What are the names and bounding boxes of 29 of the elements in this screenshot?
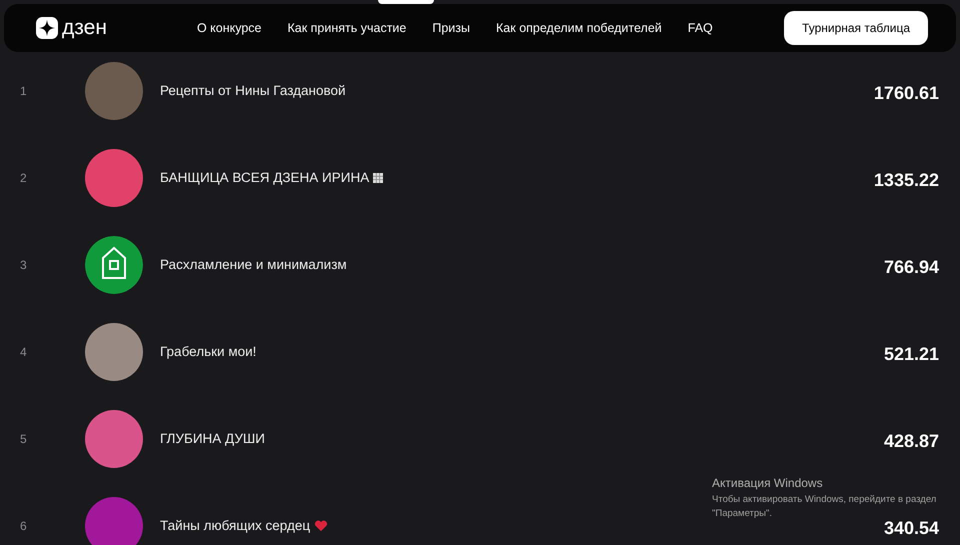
- rank-number: 1: [19, 84, 28, 98]
- star-logo-icon: [36, 17, 58, 39]
- score-value: 521.21: [884, 343, 939, 365]
- logo-link[interactable]: дзен: [36, 16, 107, 40]
- channel-name[interactable]: Расхламление и минимализм: [160, 257, 347, 272]
- score-value: 428.87: [884, 430, 939, 452]
- heart-icon: [314, 520, 328, 532]
- score-value: 1335.22: [874, 169, 939, 191]
- activation-title: Активация Windows: [712, 476, 824, 490]
- leaderboard-button[interactable]: Турнирная таблица: [784, 11, 928, 45]
- tab-indicator: [378, 0, 434, 4]
- rank-number: 4: [19, 344, 28, 358]
- nav-link[interactable]: Как определим победителей: [496, 21, 662, 35]
- channel-name[interactable]: Тайны любящих сердец: [160, 518, 310, 533]
- nav-link[interactable]: О конкурсе: [196, 21, 262, 35]
- rank-number: 3: [19, 258, 28, 272]
- rank-number: 2: [19, 170, 28, 184]
- channel-name[interactable]: БАНЩИЦА ВСЕЯ ДЗЕНА ИРИНА: [160, 170, 370, 185]
- nav-link[interactable]: FAQ: [688, 21, 713, 35]
- score-value: 766.94: [884, 256, 939, 278]
- rank-number: 6: [19, 518, 28, 532]
- nav-link[interactable]: Призы: [432, 21, 470, 35]
- channel-name[interactable]: Рецепты от Нины Газдановой: [160, 83, 346, 98]
- channel-name[interactable]: ГЛУБИНА ДУШИ: [160, 431, 266, 446]
- nav-link[interactable]: Как принять участие: [287, 21, 406, 35]
- grid-square-icon: [373, 172, 384, 182]
- channel-name[interactable]: Грабельки мои!: [160, 344, 256, 359]
- rank-number: 5: [19, 432, 28, 446]
- score-value: 1760.61: [874, 82, 939, 104]
